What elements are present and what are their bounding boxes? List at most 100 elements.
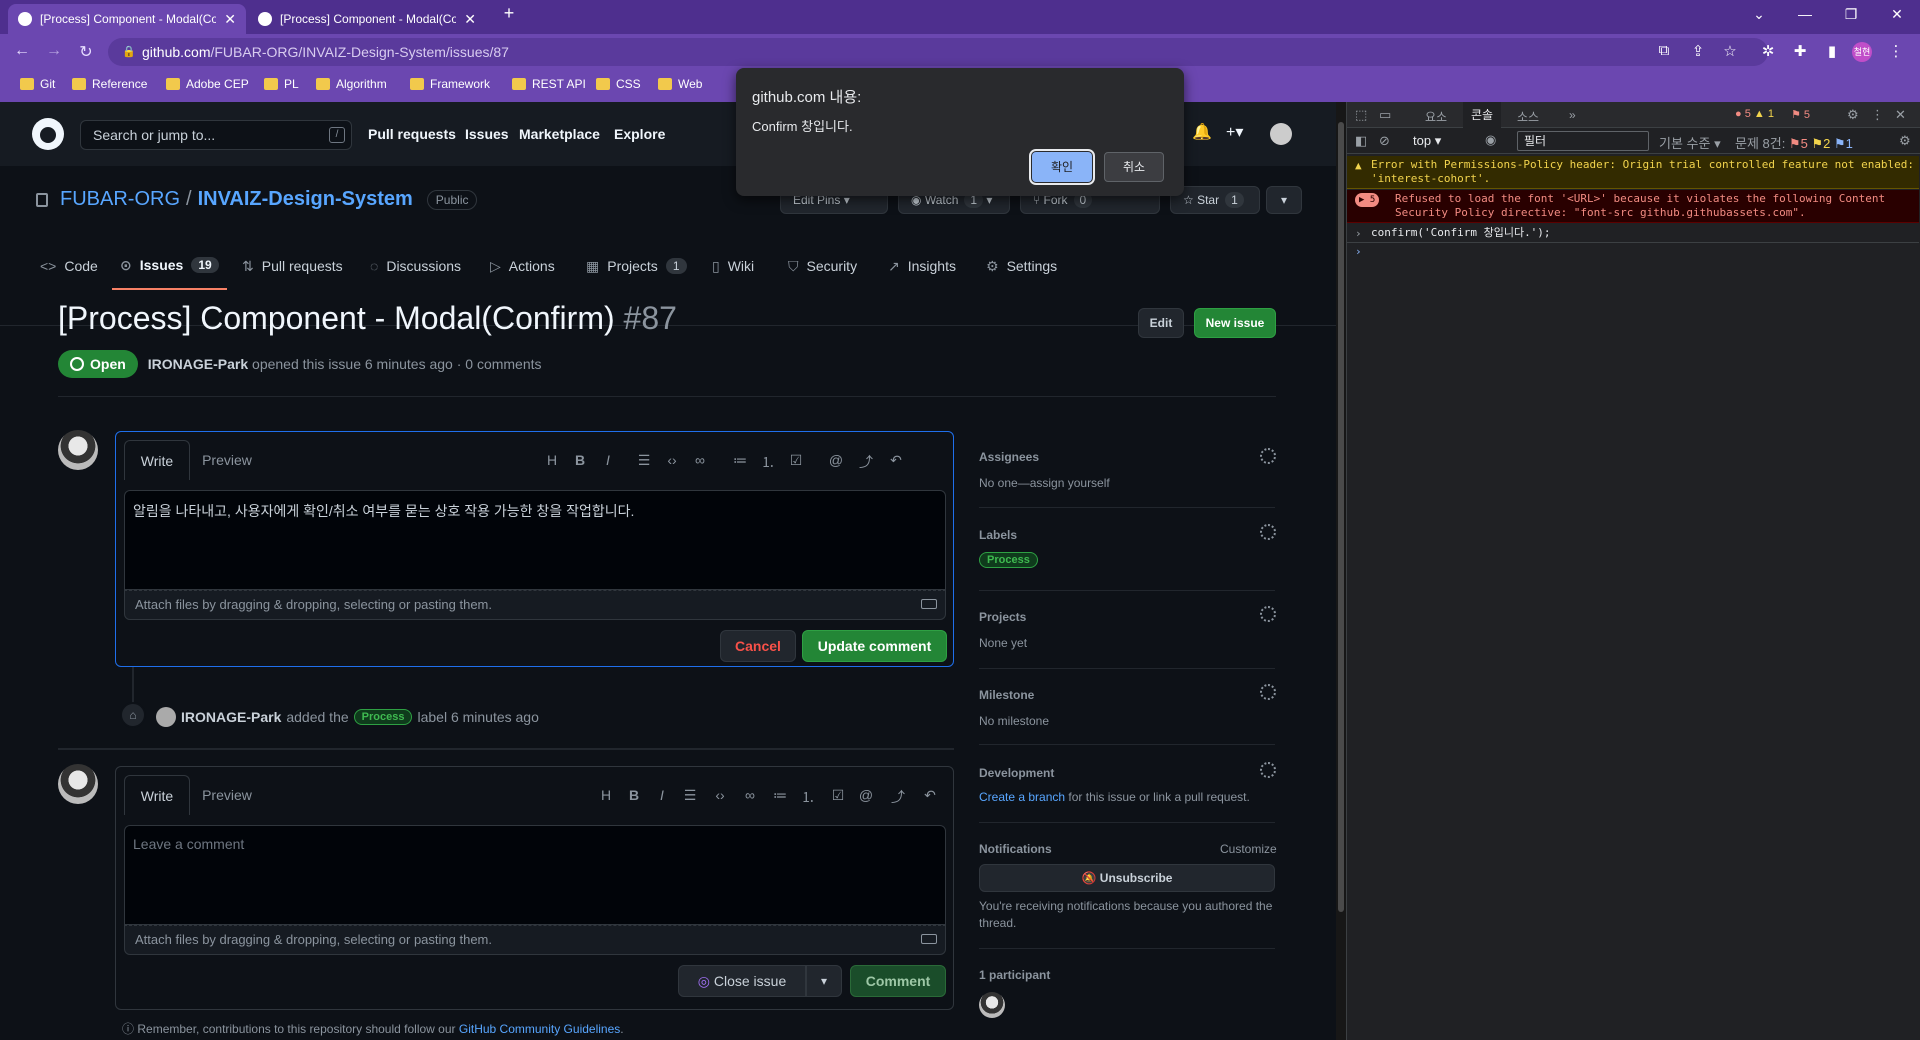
task-list-icon[interactable]: ☑ (828, 787, 848, 804)
url-field[interactable]: 🔒 github.com/FUBAR-ORG/INVAIZ-Design-Sys… (108, 38, 1768, 66)
tab-settings[interactable]: ⚙ Settings (986, 242, 1057, 290)
new-tab-icon[interactable]: + (494, 3, 524, 24)
console-command-line[interactable]: › confirm('Confirm 창입니다.'); (1347, 224, 1919, 243)
translate-icon[interactable]: ⧉ (1652, 42, 1676, 59)
github-logo-icon[interactable] (32, 118, 64, 150)
search-input[interactable]: Search or jump to... / (80, 120, 352, 150)
milestone-heading[interactable]: Milestone (979, 688, 1034, 702)
italic-icon[interactable]: I (598, 452, 618, 468)
more-tabs-icon[interactable]: » (1569, 108, 1576, 122)
community-guidelines-link[interactable]: GitHub Community Guidelines (459, 1022, 620, 1036)
close-issue-button[interactable]: ◎ Close issue (678, 965, 806, 997)
devtools-menu-icon[interactable]: ⋮ (1871, 107, 1884, 123)
devtools-tab-elements[interactable]: 요소 (1425, 108, 1447, 125)
quote-icon[interactable]: ☰ (634, 452, 654, 469)
attach-files-zone[interactable]: Attach files by dragging & dropping, sel… (124, 590, 946, 620)
customize-link[interactable]: Customize (1220, 842, 1277, 856)
new-comment-avatar[interactable] (58, 764, 98, 804)
inspect-icon[interactable]: ⬚ (1355, 107, 1367, 123)
tab-search-icon[interactable]: ⌄ (1744, 6, 1774, 23)
menu-kebab-icon[interactable]: ⋮ (1884, 42, 1908, 60)
bulleted-list-icon[interactable]: ≔ (770, 787, 790, 804)
bookmark-folder[interactable]: Framework (410, 77, 490, 91)
console-settings-icon[interactable]: ⚙ (1899, 133, 1911, 149)
sidebar-toggle-icon[interactable]: ◧ (1355, 133, 1367, 149)
tab-discussions[interactable]: ◌ Discussions (370, 242, 461, 290)
undo-icon[interactable]: ↶ (886, 452, 906, 469)
undo-icon[interactable]: ↶ (920, 787, 940, 804)
cancel-edit-button[interactable]: Cancel (720, 630, 796, 662)
console-warning-line[interactable]: ▲ Error with Permissions-Policy header: … (1347, 156, 1919, 189)
issue-author-link[interactable]: IRONAGE-Park (148, 356, 248, 372)
labels-heading[interactable]: Labels (979, 528, 1017, 542)
bell-icon[interactable]: 🔔 (1192, 122, 1212, 142)
tab-issues[interactable]: ⊙ Issues 19 (112, 242, 227, 290)
nav-pull-requests[interactable]: Pull requests (368, 126, 456, 142)
italic-icon[interactable]: I (652, 787, 672, 803)
error-warning-counter[interactable]: ● 5 ▲ 1 (1735, 108, 1774, 120)
plus-dropdown-icon[interactable]: +▾ (1226, 122, 1243, 142)
bookmark-folder[interactable]: Reference (72, 77, 147, 91)
preview-tab[interactable]: Preview (194, 775, 260, 815)
bookmark-folder[interactable]: Git (20, 77, 55, 91)
issues-button[interactable]: 문제 8건: ⚑5 ⚑2 ⚑1 (1735, 133, 1853, 152)
mention-icon[interactable]: @ (826, 452, 846, 468)
nav-marketplace[interactable]: Marketplace (519, 126, 600, 142)
task-list-icon[interactable]: ☑ (786, 452, 806, 469)
attach-files-zone[interactable]: Attach files by dragging & dropping, sel… (124, 925, 946, 955)
tab-insights[interactable]: ↗ Insights (888, 242, 956, 290)
numbered-list-icon[interactable]: ⒈ (758, 452, 778, 472)
reference-icon[interactable]: ⤴ (856, 452, 876, 472)
comment-avatar[interactable] (58, 430, 98, 470)
create-branch-link[interactable]: Create a branch (979, 790, 1065, 804)
assignees-gear-icon[interactable] (1260, 448, 1276, 464)
context-select[interactable]: top ▾ (1413, 133, 1441, 149)
preview-tab[interactable]: Preview (194, 440, 260, 480)
tab-actions[interactable]: ▷ Actions (490, 242, 555, 290)
event-author-link[interactable]: IRONAGE-Park (181, 709, 281, 725)
edit-issue-button[interactable]: Edit (1138, 308, 1184, 338)
devtools-tab-console[interactable]: 콘솔 (1463, 102, 1502, 128)
console-filter-input[interactable]: 필터 (1517, 131, 1649, 151)
repo-owner-link[interactable]: FUBAR-ORG (60, 188, 180, 211)
tab-code[interactable]: <> Code (40, 242, 98, 290)
bold-icon[interactable]: B (570, 452, 590, 468)
reload-icon[interactable]: ↻ (74, 42, 98, 62)
back-icon[interactable]: ← (10, 42, 34, 60)
write-tab[interactable]: Write (124, 775, 190, 815)
tab-pull-requests[interactable]: ⇅ Pull requests (242, 242, 343, 290)
tab-projects[interactable]: ▦ Projects 1 (586, 242, 687, 290)
comment-button[interactable]: Comment (850, 965, 946, 997)
device-toolbar-icon[interactable]: ▭ (1379, 107, 1391, 123)
nav-issues[interactable]: Issues (465, 126, 509, 142)
code-icon[interactable]: ‹› (710, 787, 730, 803)
process-label[interactable]: Process (979, 552, 1038, 568)
link-icon[interactable]: ∞ (740, 787, 760, 803)
milestone-gear-icon[interactable] (1260, 684, 1276, 700)
minimize-icon[interactable]: — (1790, 6, 1820, 22)
tab-security[interactable]: ⛉ Security (788, 242, 857, 290)
mention-icon[interactable]: @ (856, 787, 876, 803)
close-issue-dropdown-button[interactable]: ▾ (806, 965, 842, 997)
assignees-heading[interactable]: Assignees (979, 450, 1039, 464)
unsubscribe-button[interactable]: 🔕 Unsubscribe (979, 864, 1275, 892)
share-icon[interactable]: ⇪ (1686, 42, 1710, 60)
close-tab-icon[interactable]: ✕ (224, 11, 236, 28)
user-avatar[interactable] (1270, 123, 1292, 145)
issues-counter[interactable]: ⚑ 5 (1791, 108, 1810, 121)
side-panel-icon[interactable]: ▮ (1820, 42, 1844, 60)
bulleted-list-icon[interactable]: ≔ (730, 452, 750, 469)
console-error-line[interactable]: ▶ 5 Refused to load the font '<URL>' bec… (1347, 190, 1919, 223)
new-issue-button[interactable]: New issue (1194, 308, 1276, 338)
window-close-icon[interactable]: ✕ (1882, 6, 1912, 23)
log-levels-select[interactable]: 기본 수준 ▾ (1659, 133, 1721, 152)
development-heading[interactable]: Development (979, 766, 1054, 780)
bookmark-folder[interactable]: PL (264, 77, 299, 91)
labels-gear-icon[interactable] (1260, 524, 1276, 540)
heading-icon[interactable]: H (542, 452, 562, 468)
star-dropdown-button[interactable]: ▾ (1266, 186, 1302, 214)
bookmark-star-icon[interactable]: ☆ (1718, 42, 1742, 60)
repo-name-link[interactable]: INVAIZ-Design-System (198, 188, 413, 211)
bookmark-folder[interactable]: REST API (512, 77, 586, 91)
link-icon[interactable]: ∞ (690, 452, 710, 468)
